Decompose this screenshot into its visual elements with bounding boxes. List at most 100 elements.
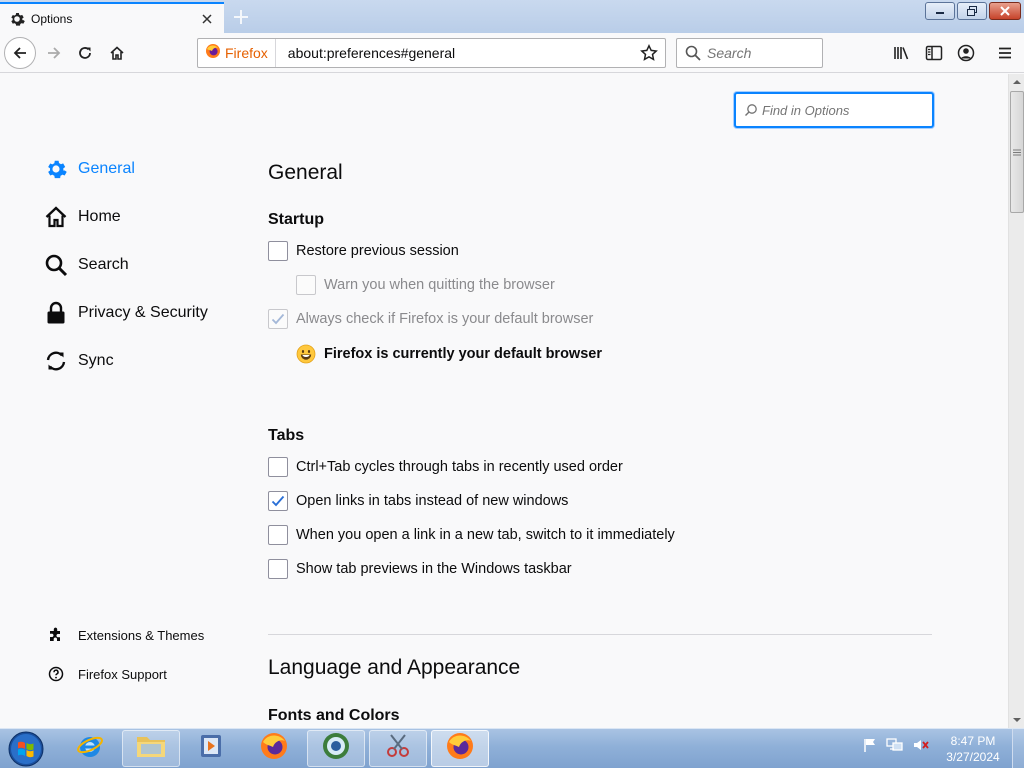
- tab-previews-label: Show tab previews in the Windows taskbar: [296, 561, 572, 577]
- ctrl-tab-checkbox[interactable]: [268, 457, 288, 477]
- new-tab-button[interactable]: [230, 6, 252, 28]
- category-label: Home: [78, 208, 121, 225]
- scroll-up-arrow-icon[interactable]: [1009, 74, 1024, 90]
- hamburger-menu-icon[interactable]: [993, 41, 1017, 65]
- category-general[interactable]: General: [44, 153, 135, 185]
- system-tray: [862, 737, 930, 758]
- tab-strip: Options: [0, 0, 1024, 33]
- search-input[interactable]: [707, 45, 817, 61]
- account-icon[interactable]: [954, 41, 978, 65]
- default-browser-status-text: Firefox is currently your default browse…: [324, 346, 602, 362]
- sync-icon: [44, 349, 68, 373]
- taskbar-application[interactable]: [307, 730, 365, 767]
- ctrl-tab-label: Ctrl+Tab cycles through tabs in recently…: [296, 459, 623, 475]
- warn-quit-option: Warn you when quitting the browser: [296, 274, 555, 296]
- default-browser-check-option: Always check if Firefox is your default …: [268, 308, 593, 330]
- globe-app-icon: [321, 731, 351, 766]
- close-window-button[interactable]: [989, 2, 1021, 20]
- category-home[interactable]: Home: [44, 201, 121, 233]
- category-label: Search: [78, 256, 129, 273]
- identity-label: Firefox: [225, 45, 268, 61]
- library-icon[interactable]: [890, 41, 914, 65]
- search-icon: [744, 103, 758, 117]
- taskbar-snipping-tool[interactable]: [369, 730, 427, 767]
- bookmark-star-icon[interactable]: [637, 41, 661, 65]
- action-center-flag-icon[interactable]: [862, 737, 878, 758]
- tab-previews-checkbox[interactable]: [268, 559, 288, 579]
- switch-to-new-tab-option[interactable]: When you open a link in a new tab, switc…: [268, 524, 675, 546]
- warn-quit-checkbox: [296, 275, 316, 295]
- taskbar-internet-explorer[interactable]: [61, 730, 119, 767]
- reload-button[interactable]: [70, 38, 100, 68]
- firefox-logo-icon: [205, 43, 221, 64]
- section-divider: [268, 634, 932, 635]
- preferences-page: General Home Search Privacy & Security S…: [0, 74, 1008, 728]
- media-player-icon: [197, 732, 227, 765]
- open-links-in-tabs-label: Open links in tabs instead of new window…: [296, 493, 569, 509]
- restore-session-checkbox[interactable]: [268, 241, 288, 261]
- restore-session-label: Restore previous session: [296, 243, 459, 259]
- category-label: Sync: [78, 352, 114, 369]
- url-bar[interactable]: Firefox about:preferences#general: [197, 38, 666, 68]
- gear-icon: [9, 11, 25, 27]
- scroll-down-arrow-icon[interactable]: [1009, 712, 1024, 728]
- forward-button[interactable]: [39, 38, 69, 68]
- category-privacy-security[interactable]: Privacy & Security: [44, 297, 208, 329]
- puzzle-piece-icon: [48, 627, 64, 643]
- extensions-themes-link[interactable]: Extensions & Themes: [48, 624, 204, 646]
- sidebar-icon[interactable]: [922, 41, 946, 65]
- navigation-toolbar: Firefox about:preferences#general: [0, 33, 1024, 73]
- startup-heading: Startup: [268, 211, 324, 228]
- home-icon: [44, 205, 68, 229]
- default-browser-checkbox: [268, 309, 288, 329]
- volume-muted-icon[interactable]: [912, 737, 930, 758]
- search-bar[interactable]: [676, 38, 823, 68]
- taskbar-media-player[interactable]: [183, 730, 241, 767]
- tab-previews-option[interactable]: Show tab previews in the Windows taskbar: [268, 558, 572, 580]
- gear-icon: [44, 157, 68, 181]
- find-in-options-input[interactable]: [762, 102, 922, 118]
- category-label: General: [78, 160, 135, 177]
- url-text[interactable]: about:preferences#general: [288, 45, 637, 61]
- home-button[interactable]: [102, 38, 132, 68]
- windows-taskbar: 8:47 PM 3/27/2024: [0, 728, 1024, 768]
- search-icon: [44, 253, 68, 277]
- firefox-icon: [445, 731, 475, 766]
- taskbar-firefox-pinned[interactable]: [245, 730, 303, 767]
- clock-date: 3/27/2024: [946, 750, 1000, 764]
- restore-button[interactable]: [957, 2, 987, 20]
- minimize-button[interactable]: [925, 2, 955, 20]
- switch-to-new-tab-label: When you open a link in a new tab, switc…: [296, 527, 675, 543]
- back-button[interactable]: [4, 37, 36, 69]
- folder-icon: [135, 732, 167, 765]
- vertical-scrollbar[interactable]: [1008, 74, 1024, 728]
- scrollbar-thumb[interactable]: [1010, 91, 1024, 213]
- lock-icon: [44, 301, 68, 325]
- tab-options[interactable]: Options: [0, 2, 224, 33]
- default-browser-check-label: Always check if Firefox is your default …: [296, 311, 594, 327]
- fonts-colors-heading: Fonts and Colors: [268, 707, 400, 724]
- network-icon[interactable]: [886, 737, 904, 758]
- default-browser-status: Firefox is currently your default browse…: [296, 344, 602, 364]
- taskbar-file-explorer[interactable]: [122, 730, 180, 767]
- find-in-options-field[interactable]: [734, 92, 934, 128]
- taskbar-firefox-active[interactable]: [431, 730, 489, 767]
- switch-to-new-tab-checkbox[interactable]: [268, 525, 288, 545]
- extensions-themes-label: Extensions & Themes: [78, 627, 205, 643]
- smiley-icon: [296, 344, 316, 364]
- search-icon: [685, 45, 701, 61]
- firefox-icon: [259, 731, 289, 766]
- restore-session-option[interactable]: Restore previous session: [268, 240, 459, 262]
- start-button[interactable]: [6, 731, 46, 767]
- firefox-support-link[interactable]: Firefox Support: [48, 663, 167, 685]
- show-desktop-button[interactable]: [1012, 729, 1024, 768]
- category-search[interactable]: Search: [44, 249, 129, 281]
- tab-close-button[interactable]: [199, 11, 215, 27]
- taskbar-clock[interactable]: 8:47 PM 3/27/2024: [938, 733, 1008, 765]
- open-links-in-tabs-option[interactable]: Open links in tabs instead of new window…: [268, 490, 568, 512]
- open-links-in-tabs-checkbox[interactable]: [268, 491, 288, 511]
- category-sync[interactable]: Sync: [44, 345, 114, 377]
- category-label: Privacy & Security: [78, 304, 208, 321]
- identity-box[interactable]: Firefox: [198, 39, 276, 67]
- ctrl-tab-option[interactable]: Ctrl+Tab cycles through tabs in recently…: [268, 456, 623, 478]
